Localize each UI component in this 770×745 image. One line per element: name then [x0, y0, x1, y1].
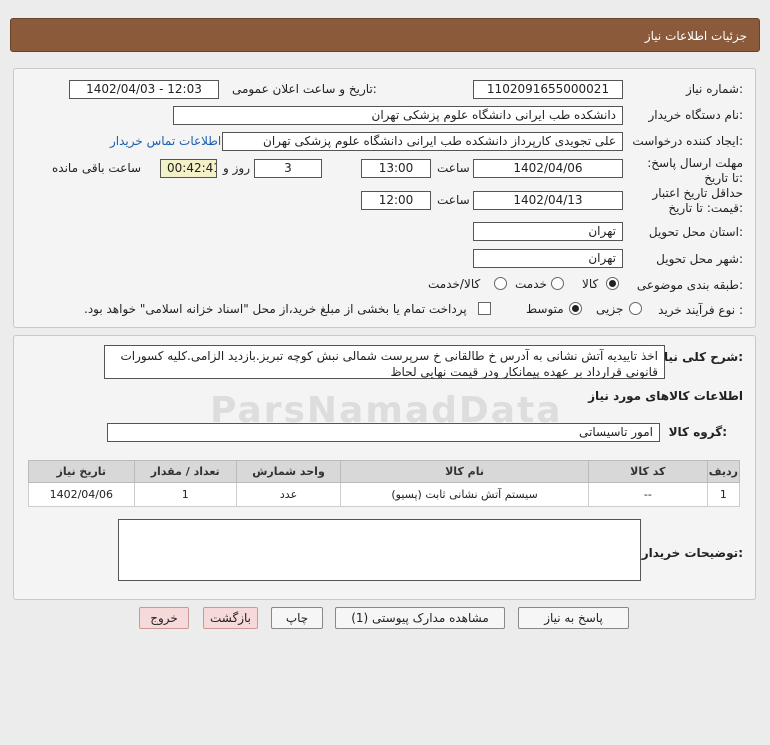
process-minor-radio[interactable]	[629, 302, 642, 315]
category-goods-label: کالا	[582, 277, 599, 291]
requester-label: ایجاد کننده درخواست:	[632, 134, 743, 148]
col-need-date: تاریخ نیاز	[28, 460, 135, 483]
buyer-label: نام دستگاه خریدار:	[648, 108, 744, 122]
cell-need-date: 1402/04/06	[28, 482, 135, 507]
cell-row-number: 1	[706, 482, 741, 507]
col-goods-name: نام کالا	[340, 460, 589, 483]
goods-group-field: امور تاسیساتی	[107, 423, 660, 442]
col-unit: واحد شمارش	[235, 460, 342, 483]
col-row-number: ردیف	[706, 460, 741, 483]
reply-button[interactable]: پاسخ به نیاز	[518, 607, 629, 629]
days-label: روز و	[223, 161, 250, 175]
validity-time-label: ساعت	[437, 193, 470, 207]
deadline-label: مهلت ارسال پاسخ: تا تاریخ:	[647, 156, 743, 185]
category-service-radio[interactable]	[551, 277, 564, 290]
cell-unit: عدد	[235, 482, 342, 507]
page-title: جزئیات اطلاعات نیاز	[644, 29, 747, 43]
announce-label: تاریخ و ساعت اعلان عمومی:	[232, 82, 377, 96]
cell-goods-code: --	[587, 482, 708, 507]
announce-field: 1402/04/03 - 12:03	[69, 80, 219, 99]
deadline-date-field: 1402/04/06	[473, 159, 623, 178]
cell-quantity: 1	[133, 482, 237, 507]
province-label: استان محل تحویل:	[648, 225, 743, 239]
requester-field: علی تجویدی کارپرداز دانشکده طب ایرانی دا…	[222, 132, 623, 151]
col-goods-code: کد کالا	[587, 460, 708, 483]
category-goods-radio[interactable]	[606, 277, 619, 290]
category-service-label: خدمت	[515, 277, 547, 291]
category-both-radio[interactable]	[494, 277, 507, 290]
buyer-notes-label: توضیحات خریدار:	[641, 546, 743, 560]
deadline-time-field: 13:00	[361, 159, 431, 178]
city-label: شهر محل تحویل:	[656, 252, 743, 266]
need-number-field: 1102091655000021	[473, 80, 623, 99]
back-button[interactable]: بازگشت	[203, 607, 258, 629]
goods-group-label: گروه کالا:	[668, 425, 727, 439]
category-both-label: کالا/خدمت	[428, 277, 481, 291]
goods-section-title: اطلاعات کالاهای مورد نیاز	[588, 389, 743, 403]
process-medium-label: متوسط	[526, 302, 564, 316]
validity-date-field: 1402/04/13	[473, 191, 623, 210]
deadline-time-label: ساعت	[437, 161, 470, 175]
process-medium-radio[interactable]	[569, 302, 582, 315]
process-minor-label: جزیی	[596, 302, 624, 316]
treasury-payment-note: پرداخت تمام یا بخشی از مبلغ خرید،از محل …	[84, 302, 467, 316]
description-label: شرح کلی نیاز:	[657, 350, 743, 364]
remaining-label: ساعت باقی مانده	[52, 161, 142, 175]
category-label: طبقه بندی موضوعی:	[636, 278, 743, 292]
table-row: 1 -- سیستم آتش نشانی ثابت (پسیو) عدد 1 1…	[28, 482, 741, 507]
contact-info-link[interactable]: اطلاعات تماس خریدار	[110, 134, 221, 148]
validity-time-field: 12:00	[361, 191, 431, 210]
need-number-label: شماره نیاز:	[685, 82, 743, 96]
treasury-payment-checkbox[interactable]	[478, 302, 491, 315]
exit-button[interactable]: خروج	[139, 607, 189, 629]
attachments-button[interactable]: مشاهده مدارک پیوستی (1)	[335, 607, 505, 629]
col-quantity: تعداد / مقدار	[133, 460, 237, 483]
cell-goods-name: سیستم آتش نشانی ثابت (پسیو)	[340, 482, 589, 507]
days-field: 3	[254, 159, 322, 178]
buyer-field: دانشکده طب ایرانی دانشگاه علوم پزشکی تهر…	[173, 106, 623, 125]
description-text: اخذ تاییدیه آتش نشانی به آدرس خ طالقانی …	[104, 345, 665, 379]
print-button[interactable]: چاپ	[271, 607, 323, 629]
city-field: تهران	[473, 249, 623, 268]
validity-label: حداقل تاریخ اعتبار قیمت: تا تاریخ:	[652, 186, 743, 215]
process-label: نوع فرآیند خرید :	[658, 303, 743, 317]
goods-table: ردیف کد کالا نام کالا واحد شمارش تعداد /…	[28, 460, 741, 507]
page-header: جزئیات اطلاعات نیاز	[10, 18, 760, 52]
province-field: تهران	[473, 222, 623, 241]
remaining-time-field: 00:42:41	[160, 159, 217, 178]
table-header-row: ردیف کد کالا نام کالا واحد شمارش تعداد /…	[28, 460, 741, 483]
buyer-notes-field	[118, 519, 641, 581]
